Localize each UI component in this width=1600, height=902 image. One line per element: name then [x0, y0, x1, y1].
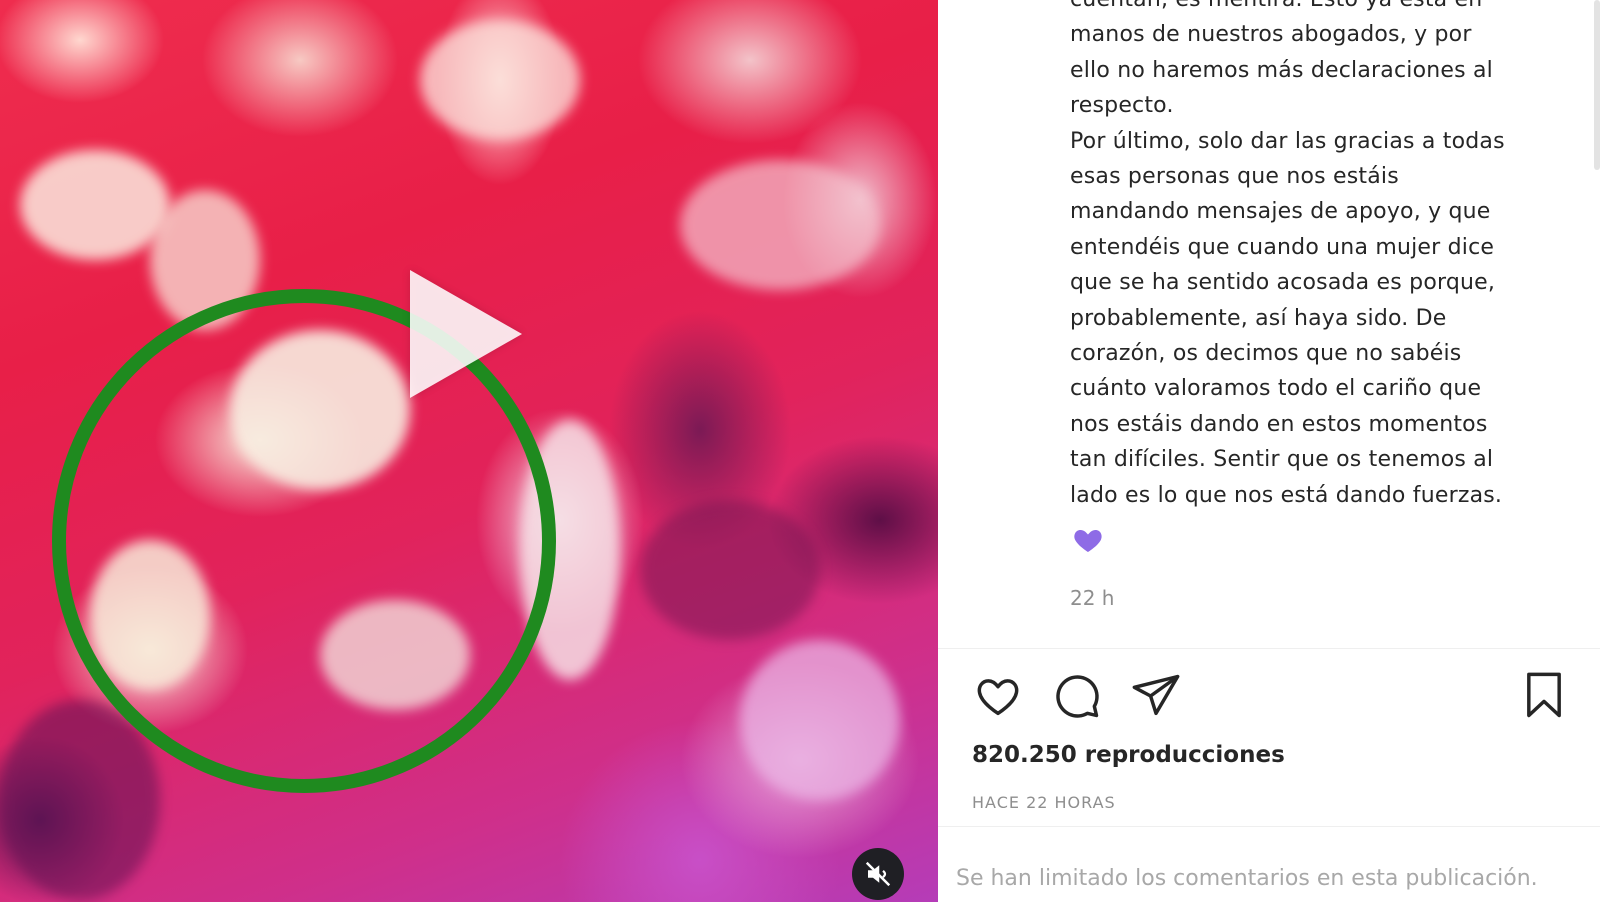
video-frame-detail [0, 700, 160, 900]
video-frame-detail [20, 150, 170, 260]
speaker-muted-icon [865, 861, 891, 887]
scrollbar[interactable] [1594, 0, 1600, 170]
bookmark-icon[interactable] [1518, 670, 1570, 722]
play-icon[interactable] [410, 270, 522, 398]
post-age[interactable]: 22 h [1070, 586, 1114, 610]
instagram-post-view: cuentan, es mentira. Esto ya está en man… [0, 0, 1600, 902]
purple-heart-icon [1074, 530, 1102, 552]
post-details-panel: cuentan, es mentira. Esto ya está en man… [938, 0, 1600, 902]
action-bar [938, 670, 1600, 730]
comment-icon[interactable] [1051, 670, 1103, 722]
comments-limited-notice: Se han limitado los comentarios en esta … [956, 866, 1538, 891]
post-caption: cuentan, es mentira. Esto ya está en man… [1070, 0, 1505, 508]
video-frame-detail [420, 20, 580, 140]
video-frame-detail [640, 500, 820, 640]
view-count[interactable]: 820.250 reproducciones [972, 742, 1285, 768]
heart-icon[interactable] [972, 670, 1024, 722]
paper-plane-icon[interactable] [1130, 670, 1182, 722]
video-frame-detail [740, 640, 900, 800]
post-video[interactable] [0, 0, 938, 902]
post-timestamp[interactable]: HACE 22 HORAS [972, 793, 1116, 812]
video-frame-detail [680, 160, 880, 290]
mute-button[interactable] [852, 848, 904, 900]
divider [938, 648, 1600, 649]
divider [938, 826, 1600, 827]
